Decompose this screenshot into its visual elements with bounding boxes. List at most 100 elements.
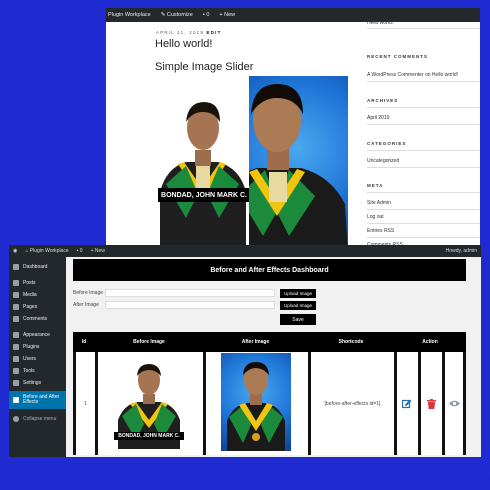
- dashboard-icon: [13, 264, 19, 270]
- menu-item-dashboard[interactable]: Dashboard: [9, 261, 66, 273]
- cell-border: [95, 352, 98, 455]
- effects-table: Id Before Image After Image Shortcode Ac…: [73, 332, 466, 455]
- settings-icon: [13, 380, 19, 386]
- menu-item-settings[interactable]: Settings: [9, 377, 66, 389]
- wordpress-logo-icon[interactable]: ◉: [13, 248, 17, 254]
- user-icon: [13, 356, 19, 362]
- menu-item-users[interactable]: Users: [9, 353, 66, 365]
- post-date: APRIL 11, 2019: [156, 30, 205, 35]
- row-id: 1: [84, 400, 87, 407]
- customize-label: Customize: [166, 12, 193, 18]
- view-button[interactable]: [445, 352, 464, 455]
- menu-label: Dashboard: [23, 264, 48, 270]
- edit-link[interactable]: EDIT: [207, 30, 222, 35]
- slider-title: Simple Image Slider: [155, 61, 254, 73]
- brush-icon: [13, 332, 19, 338]
- admin-new-label: New: [94, 248, 105, 254]
- post-meta: APRIL 11, 2019 EDIT: [156, 30, 222, 35]
- new-link[interactable]: + New: [219, 12, 235, 18]
- site-name-link[interactable]: Plugin Workplace: [108, 12, 151, 18]
- admin-comments-count: 0: [79, 248, 83, 254]
- menu-label: Media: [23, 292, 37, 298]
- before-image-thumbnail[interactable]: BONDAD, JOHN MARK C.: [114, 358, 184, 449]
- recent-post-link[interactable]: Hello world!: [367, 20, 393, 26]
- divider: [367, 223, 480, 224]
- before-thumbnail-caption: BONDAD, JOHN MARK C.: [114, 432, 184, 440]
- menu-item-media[interactable]: Media: [9, 289, 66, 301]
- divider: [367, 124, 480, 125]
- upload-before-button[interactable]: Upload Image: [280, 289, 316, 298]
- table-header: Id Before Image After Image Shortcode Ac…: [73, 332, 466, 352]
- comments-link[interactable]: ▪ 0: [203, 12, 210, 18]
- menu-item-pages[interactable]: Pages: [9, 301, 66, 313]
- collapse-menu-button[interactable]: Collapse menu: [9, 413, 66, 425]
- dashboard-title: Before and After Effects Dashboard: [73, 259, 466, 281]
- menu-item-plugins[interactable]: Plugins: [9, 341, 66, 353]
- customize-link[interactable]: ✎ Customize: [161, 12, 193, 18]
- delete-button[interactable]: [421, 352, 441, 455]
- slider-caption: BONDAD, JOHN MARK C.: [158, 188, 250, 202]
- page-icon: [13, 304, 19, 310]
- recent-comment-link[interactable]: A WordPress Commenter on Hello world!: [367, 72, 458, 78]
- menu-item-before-after-effects[interactable]: Before and After Effects: [9, 391, 66, 409]
- menu-item-posts[interactable]: Posts: [9, 277, 66, 289]
- frontend-screenshot: Plugin Workplace ✎ Customize ▪ 0 + New A…: [106, 8, 480, 256]
- menu-label: Plugins: [23, 344, 40, 350]
- recent-comments-heading: RECENT COMMENTS: [367, 54, 428, 59]
- menu-label: Posts: [23, 280, 36, 286]
- cell-border: [203, 352, 206, 455]
- image-slider[interactable]: BONDAD, JOHN MARK C.: [156, 76, 348, 256]
- category-link[interactable]: Uncategorized: [367, 158, 399, 164]
- admin-new-link[interactable]: + New: [91, 248, 105, 254]
- divider: [367, 28, 480, 29]
- before-image-label: Before Image: [73, 290, 104, 296]
- collapse-label: Collapse menu: [23, 416, 57, 422]
- archives-heading: ARCHIVES: [367, 98, 399, 103]
- image-icon: [13, 397, 19, 403]
- menu-item-comments[interactable]: Comments: [9, 313, 66, 325]
- column-header-id: Id: [81, 339, 87, 345]
- after-image-thumbnail[interactable]: [221, 353, 291, 451]
- collapse-icon: [13, 416, 19, 422]
- menu-item-tools[interactable]: Tools: [9, 365, 66, 377]
- column-header-shortcode: Shortcode: [338, 339, 364, 345]
- plug-icon: [13, 344, 19, 350]
- column-header-before: Before Image: [133, 339, 165, 345]
- edit-button[interactable]: [397, 352, 417, 455]
- divider: [367, 167, 480, 168]
- before-image-input[interactable]: [105, 289, 275, 297]
- cell-border: [463, 352, 466, 455]
- post-title[interactable]: Hello world!: [155, 38, 212, 50]
- menu-label: Users: [23, 356, 37, 362]
- divider: [367, 192, 480, 193]
- table-row: 1 BONDAD, JOHN MARK C. [before-after-eff…: [73, 352, 466, 455]
- after-photo: [219, 76, 348, 256]
- meta-link-site-admin[interactable]: Site Admin: [367, 200, 391, 206]
- comments-count: 0: [206, 12, 210, 18]
- frontend-admin-bar: Plugin Workplace ✎ Customize ▪ 0 + New: [106, 8, 480, 22]
- meta-heading: META: [367, 183, 384, 188]
- wrench-icon: [13, 368, 19, 374]
- shortcode-cell[interactable]: [before-after-effects id=1]: [311, 352, 394, 455]
- media-icon: [13, 292, 19, 298]
- menu-item-appearance[interactable]: Appearance: [9, 329, 66, 341]
- menu-label: Pages: [23, 304, 38, 310]
- comment-icon: [13, 316, 19, 322]
- archive-link[interactable]: April 2019: [367, 115, 390, 121]
- meta-link-entries-rss[interactable]: Entries RSS: [367, 228, 394, 234]
- after-image-input[interactable]: [105, 301, 275, 309]
- new-label: New: [224, 12, 236, 18]
- before-photo: BONDAD, JOHN MARK C.: [156, 88, 250, 256]
- divider: [367, 81, 480, 82]
- upload-after-button[interactable]: Upload Image: [280, 301, 316, 310]
- admin-comments-link[interactable]: ▪ 0: [77, 248, 83, 254]
- trash-icon: [426, 398, 436, 409]
- admin-screenshot: ◉ ⌂ Plugin Workplace ▪ 0 + New Howdy, ad…: [9, 245, 481, 457]
- admin-site-name-link[interactable]: ⌂ Plugin Workplace: [25, 248, 68, 254]
- save-button[interactable]: Save: [280, 314, 316, 325]
- column-header-action: Action: [422, 339, 438, 345]
- meta-link-log-out[interactable]: Log out: [367, 214, 384, 220]
- howdy-account-link[interactable]: Howdy, admin: [446, 248, 477, 254]
- admin-sidebar-menu: Dashboard Posts Media Pages Comments App…: [9, 257, 66, 457]
- divider: [367, 209, 480, 210]
